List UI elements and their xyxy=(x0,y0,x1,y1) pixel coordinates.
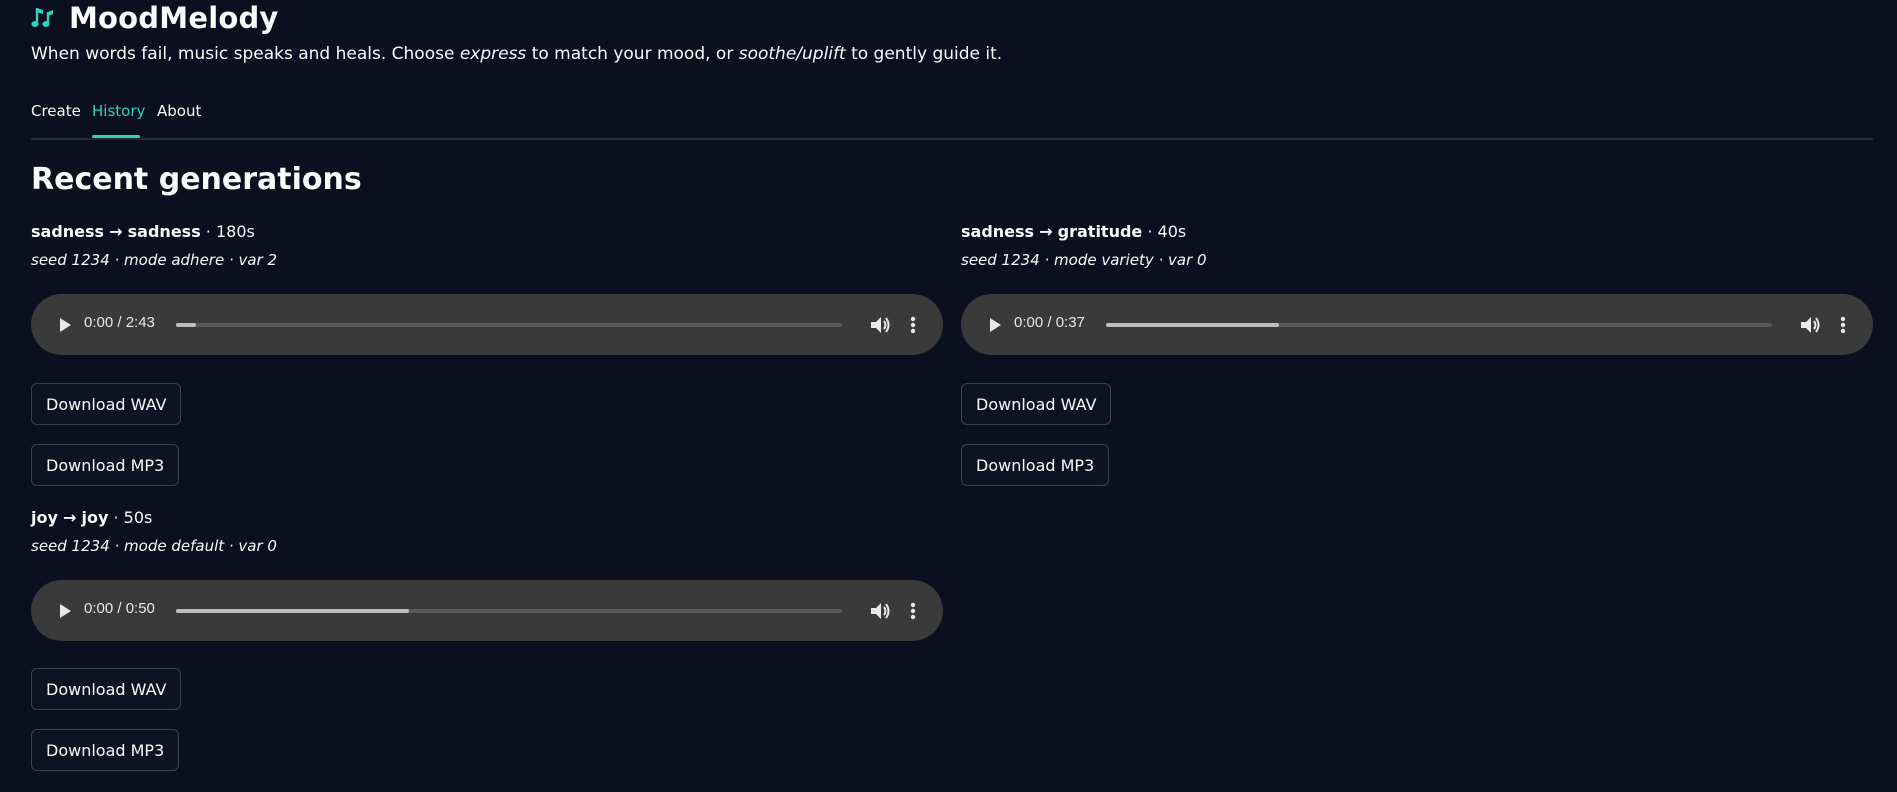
generation-card: sadness → sadness · 180s seed 1234 · mod… xyxy=(31,222,943,492)
buffered-progress xyxy=(176,609,410,613)
generation-title: sadness → sadness · 180s xyxy=(31,222,255,241)
buffered-progress xyxy=(1106,323,1280,327)
generation-meta: seed 1234 · mode adhere · var 2 xyxy=(31,251,278,269)
play-icon[interactable] xyxy=(51,598,77,624)
more-options-icon[interactable] xyxy=(903,312,923,338)
app-subtitle: When words fail, music speaks and heals.… xyxy=(31,44,1002,64)
audio-player: 0:00 / 2:43 xyxy=(31,294,943,355)
audio-player: 0:00 / 0:50 xyxy=(31,580,943,641)
section-title: Recent generations xyxy=(31,162,362,197)
mood-from: sadness xyxy=(31,222,105,241)
download-mp3-button[interactable]: Download MP3 xyxy=(961,444,1110,486)
seek-bar[interactable] xyxy=(176,323,842,327)
tab-about[interactable]: About xyxy=(157,102,201,120)
tab-bar: Create History About xyxy=(31,100,1873,140)
subtitle-text: to match your mood, or xyxy=(526,44,739,64)
mood-to: gratitude xyxy=(1057,222,1143,241)
tab-create[interactable]: Create xyxy=(31,102,81,120)
more-options-icon[interactable] xyxy=(1833,312,1853,338)
arrow-icon: → xyxy=(109,222,123,241)
time-display: 0:00 / 2:43 xyxy=(84,314,155,331)
generation-meta: seed 1234 · mode variety · var 0 xyxy=(961,251,1207,269)
volume-icon[interactable] xyxy=(867,598,893,624)
mood-to: sadness xyxy=(127,222,201,241)
download-mp3-button[interactable]: Download MP3 xyxy=(31,444,180,486)
seek-bar[interactable] xyxy=(176,609,842,613)
download-wav-button[interactable]: Download WAV xyxy=(31,383,182,425)
seek-bar[interactable] xyxy=(1106,323,1772,327)
generation-duration: · 180s xyxy=(200,222,255,241)
buffered-progress xyxy=(176,323,196,327)
mood-from: sadness xyxy=(961,222,1035,241)
active-tab-indicator xyxy=(92,135,140,138)
download-mp3-button[interactable]: Download MP3 xyxy=(31,729,180,771)
volume-icon[interactable] xyxy=(1797,312,1823,338)
generation-duration: · 40s xyxy=(1142,222,1187,241)
generation-card: joy → joy · 50s seed 1234 · mode default… xyxy=(31,508,943,778)
subtitle-emphasis-soothe: soothe/uplift xyxy=(738,44,846,64)
generation-title: joy → joy · 50s xyxy=(31,508,152,527)
generation-card: sadness → gratitude · 40s seed 1234 · mo… xyxy=(961,222,1873,492)
download-wav-button[interactable]: Download WAV xyxy=(961,383,1112,425)
subtitle-text: to gently guide it. xyxy=(845,44,1003,64)
more-options-icon[interactable] xyxy=(903,598,923,624)
play-icon[interactable] xyxy=(981,312,1007,338)
arrow-icon: → xyxy=(63,508,77,527)
generation-duration: · 50s xyxy=(108,508,153,527)
page: MoodMelody When words fail, music speaks… xyxy=(0,0,1897,792)
volume-icon[interactable] xyxy=(867,312,893,338)
arrow-icon: → xyxy=(1039,222,1053,241)
mood-to: joy xyxy=(81,508,109,527)
play-icon[interactable] xyxy=(51,312,77,338)
subtitle-text: When words fail, music speaks and heals.… xyxy=(31,44,460,64)
mood-from: joy xyxy=(31,508,58,527)
generation-title: sadness → gratitude · 40s xyxy=(961,222,1186,241)
tab-history[interactable]: History xyxy=(92,102,145,120)
subtitle-emphasis-express: express xyxy=(459,44,527,64)
download-wav-button[interactable]: Download WAV xyxy=(31,668,182,710)
app-header: MoodMelody xyxy=(31,0,279,36)
audio-player: 0:00 / 0:37 xyxy=(961,294,1873,355)
music-notes-icon xyxy=(31,8,53,27)
time-display: 0:00 / 0:37 xyxy=(1014,314,1085,331)
generation-meta: seed 1234 · mode default · var 0 xyxy=(31,537,277,555)
time-display: 0:00 / 0:50 xyxy=(84,600,155,617)
app-title: MoodMelody xyxy=(69,1,279,35)
